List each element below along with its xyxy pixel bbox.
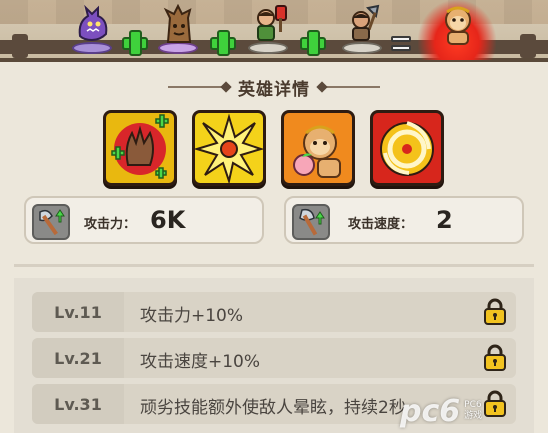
- purple-dragon-icon: [78, 4, 108, 42]
- attack-badge: [32, 204, 70, 240]
- level-bonus-text: 攻击力+10%: [140, 306, 244, 326]
- watermark-sub-1: PC6: [464, 400, 482, 410]
- recipe-bar: [0, 0, 548, 62]
- watermark-subtext: PC6 游戏: [464, 400, 482, 422]
- lock-icon: [484, 298, 506, 325]
- lock-icon: [484, 344, 506, 371]
- monkey-peach-icon: [284, 113, 352, 183]
- level-row-11[interactable]: Lv.11 攻击力+10%: [32, 292, 516, 332]
- skill-slot-2[interactable]: [192, 110, 266, 186]
- recipe-result-unit[interactable]: [432, 4, 480, 56]
- skill-slot-1[interactable]: [103, 110, 177, 186]
- watermark-sub-2: 游戏: [464, 411, 483, 421]
- plus-operator-1: [122, 30, 148, 56]
- axe-up-icon: [39, 209, 65, 236]
- level-label: Lv.21: [32, 338, 124, 378]
- plus-operator-3: [300, 30, 326, 56]
- attack-speed-value: 2: [436, 206, 453, 234]
- level-row-21[interactable]: Lv.21 攻击速度+10%: [32, 338, 516, 378]
- hero-details-title: 英雄详情: [238, 79, 310, 100]
- heading-divider-right: [322, 86, 380, 88]
- level-bonus-text: 顽劣技能额外使敌人晕眩，持续2秒: [140, 398, 406, 418]
- skill-list: [103, 110, 445, 188]
- attack-speed-badge: [292, 204, 330, 240]
- equals-operator: [390, 32, 412, 54]
- attack-label: 攻击力：: [84, 217, 137, 232]
- level-label: Lv.11: [32, 292, 124, 332]
- attack-speed-stat: 攻击速度： 2: [284, 196, 524, 244]
- skill-slot-4[interactable]: [370, 110, 444, 186]
- skill-slot-3[interactable]: [281, 110, 355, 186]
- attack-speed-label: 攻击速度：: [348, 217, 414, 232]
- heading-divider-left: [168, 86, 226, 88]
- hammer-warrior-icon: [257, 5, 287, 41]
- attack-stat: 攻击力： 6K: [24, 196, 264, 244]
- recipe-unit-1[interactable]: [68, 4, 116, 56]
- starburst-icon: [195, 113, 263, 183]
- tree-stump-icon: [163, 4, 192, 43]
- monkey-king-icon: [445, 6, 471, 45]
- hero-details-heading: 英雄详情: [0, 74, 548, 100]
- recipe-unit-3[interactable]: [244, 4, 292, 56]
- plus-operator-2: [210, 30, 236, 56]
- claw-plus-icon: [106, 113, 174, 183]
- section-divider: [14, 264, 534, 267]
- recipe-unit-4[interactable]: [338, 4, 386, 56]
- site-watermark: pc6 PC6 游戏: [400, 393, 540, 429]
- recipe-unit-2[interactable]: [154, 4, 202, 56]
- level-label: Lv.31: [32, 384, 124, 424]
- spinning-ring-icon: [373, 113, 441, 183]
- level-bonus-text: 攻击速度+10%: [140, 352, 261, 372]
- axe-speed-icon: [299, 208, 325, 236]
- axe-warrior-icon: [352, 4, 380, 41]
- watermark-logo: pc6: [400, 393, 461, 429]
- attack-value: 6K: [150, 206, 186, 234]
